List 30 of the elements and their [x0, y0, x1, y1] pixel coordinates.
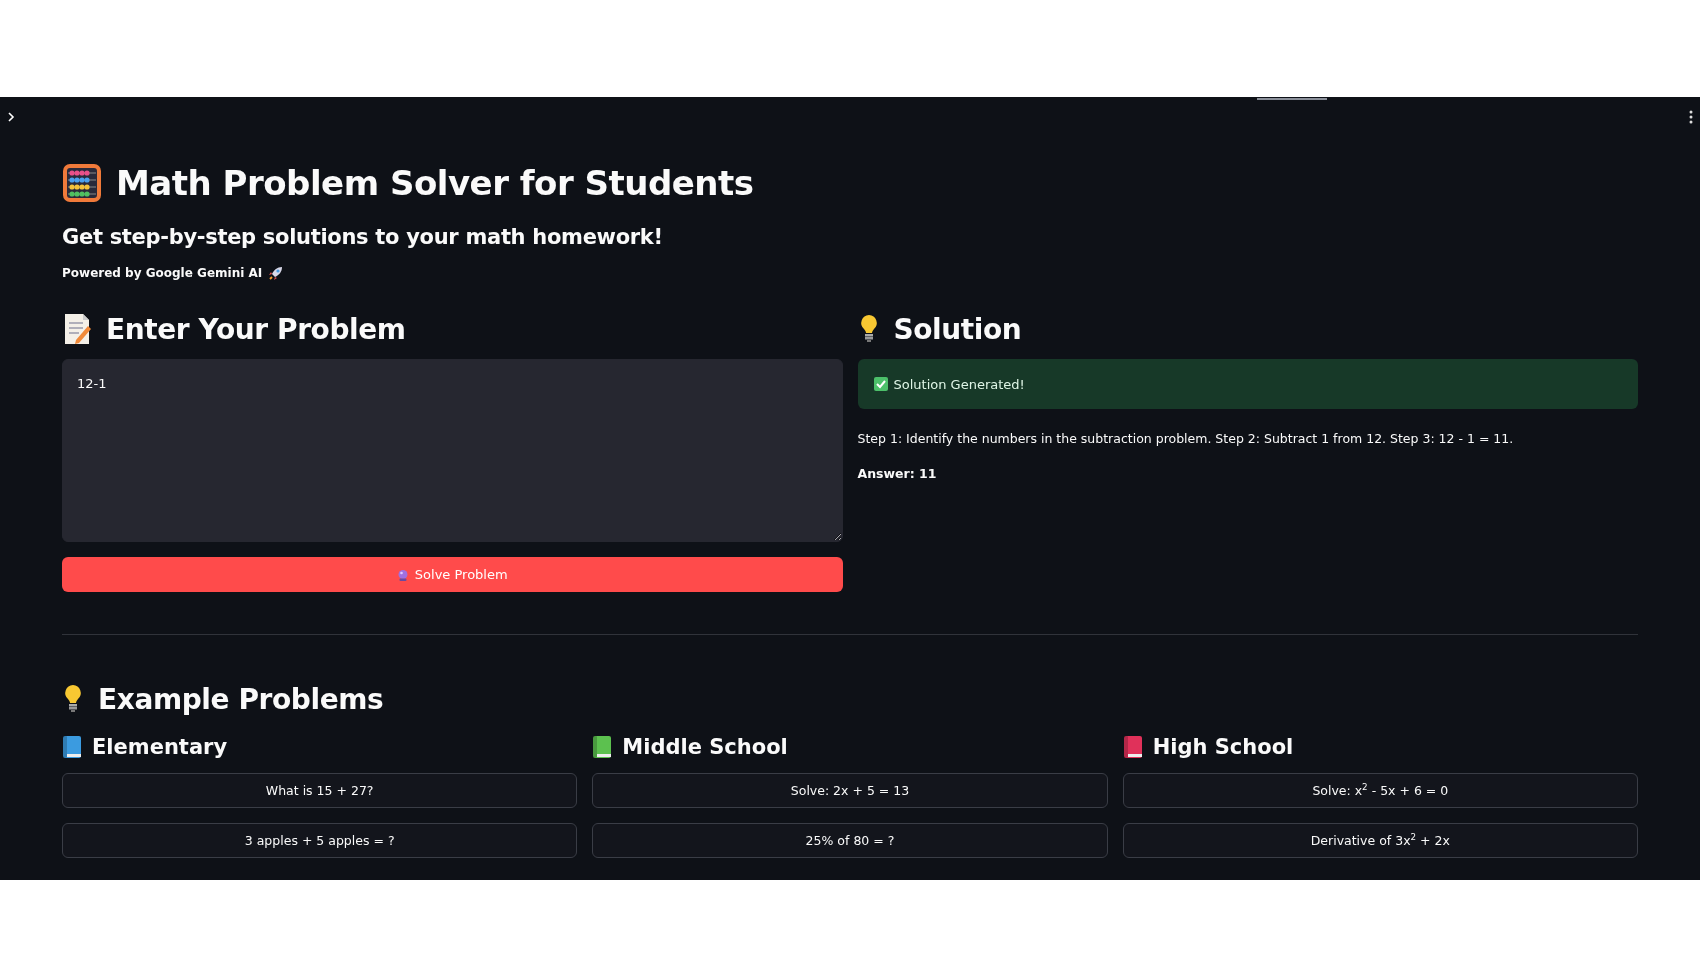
expand-sidebar-icon[interactable]: [7, 111, 15, 123]
memo-icon: [62, 313, 92, 345]
success-message: Solution Generated!: [893, 376, 1025, 392]
example-button[interactable]: Solve: 2x + 5 = 13: [592, 773, 1108, 808]
menu-icon[interactable]: [1689, 110, 1693, 124]
lightbulb-icon: [62, 684, 84, 714]
subtitle: Get step-by-step solutions to your math homework!: [62, 225, 664, 249]
example-button[interactable]: Derivative of 3x$^{2}$ + 2x: [1122, 823, 1638, 858]
category-heading: Elementary: [92, 735, 228, 759]
example-button[interactable]: Solve: x$^{2}$ - 5x + 6 = 0: [1122, 773, 1638, 808]
example-button[interactable]: 3 apples + 5 apples = ?: [62, 823, 578, 858]
crystal-ball-icon: [396, 568, 409, 581]
example-button[interactable]: What is 15 + 27?: [62, 773, 578, 808]
category-heading: Middle School: [622, 735, 788, 759]
page-title: Math Problem Solver for Students: [116, 163, 754, 203]
powered-by-text: Powered by Google Gemini AI: [62, 266, 263, 280]
example-button[interactable]: 25% of 80 = ?: [592, 823, 1108, 858]
section-heading: Enter Your Problem: [106, 312, 406, 346]
input-field[interactable]: 12-1: [62, 359, 843, 542]
book-icon: [62, 735, 82, 759]
rocket-icon: [268, 265, 285, 281]
book-icon: [1122, 735, 1143, 759]
section-heading: Example Problems: [98, 682, 384, 716]
category-heading: High School: [1152, 735, 1294, 759]
section-heading: Solution: [893, 312, 1022, 346]
checkmark-icon: [873, 377, 888, 391]
answer-text: Answer: 11: [857, 466, 938, 481]
abacus-icon: [62, 163, 102, 203]
solution-steps: Step 1: Identify the numbers in the subtraction problem. Step 2: Subtract 1 from 12. Step 3: 12 - 1 = 11.: [857, 431, 1638, 446]
book-icon: [592, 735, 613, 759]
